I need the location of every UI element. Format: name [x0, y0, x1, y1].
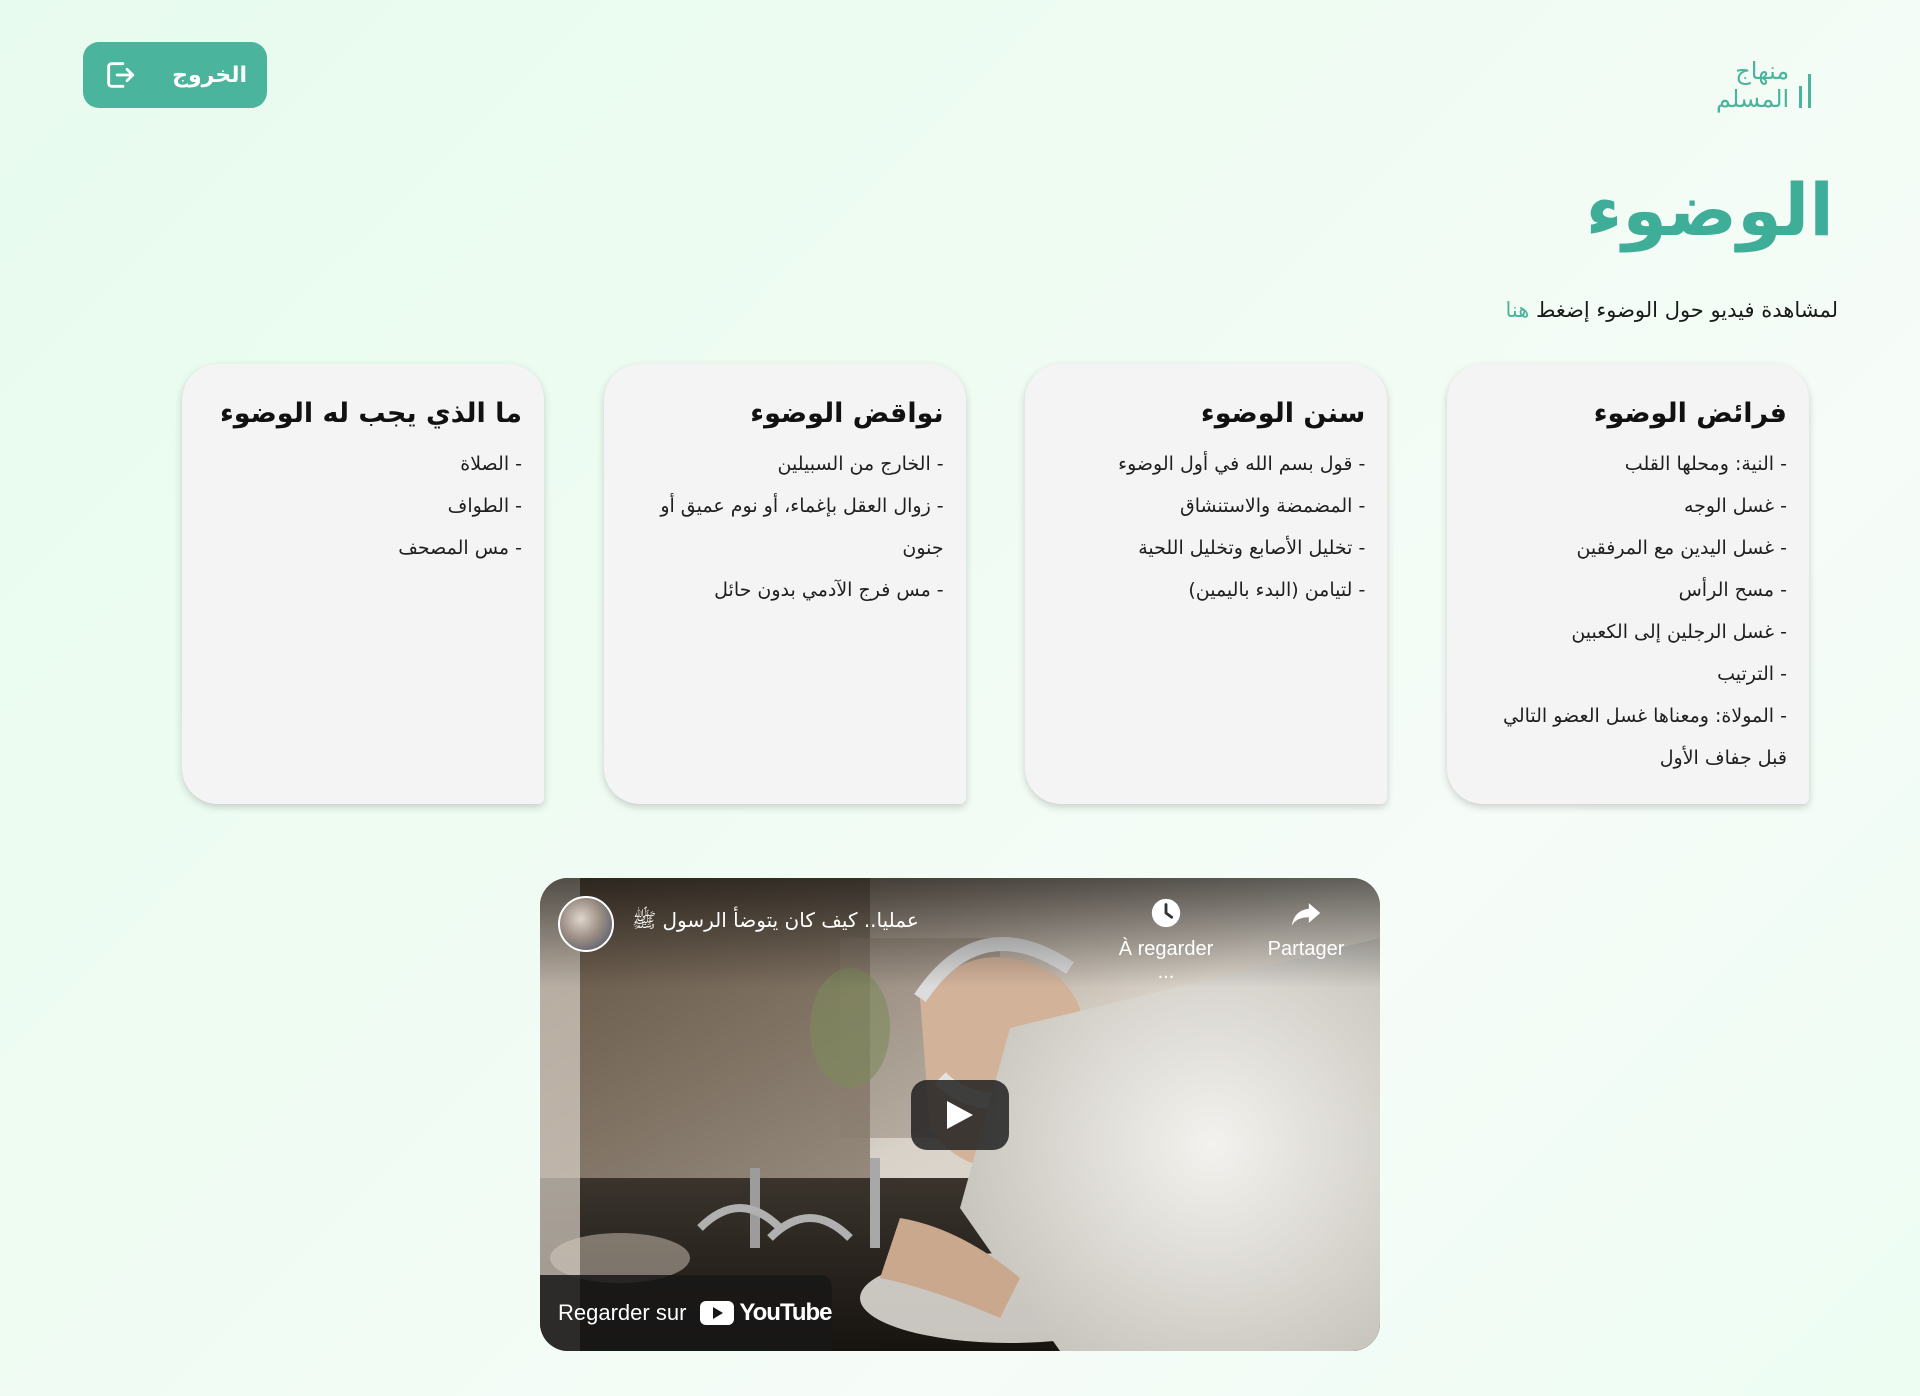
list-item: - غسل الرجلين إلى الكعبين: [1571, 621, 1787, 643]
logo-mark-icon: [1799, 62, 1812, 108]
list-item: - مس المصحف: [398, 537, 522, 559]
page-title: الوضوء: [1585, 168, 1834, 252]
list-item: - زوال العقل بإغماء، أو نوم عميق أو جنون: [660, 495, 944, 559]
list-item: - المضمضة والاستنشاق: [1180, 495, 1366, 517]
card-list: - النية: ومحلها القلب - غسل الوجه - غسل …: [1469, 443, 1787, 779]
logout-icon: [103, 58, 137, 92]
card-list: - الصلاة - الطواف - مس المصحف: [204, 443, 522, 569]
card-title: سنن الوضوء: [1200, 398, 1366, 429]
logo-text-line1: منهاج: [1735, 57, 1790, 85]
card-list: - الخارج من السبيلين - زوال العقل بإغماء…: [626, 443, 944, 611]
logo-text-line2: المسلم: [1716, 85, 1790, 113]
share-icon: [1291, 903, 1321, 926]
list-item: - مس فرج الآدمي بدون حائل: [714, 579, 944, 601]
list-item: - تخليل الأصابع وتخليل اللحية: [1138, 537, 1366, 559]
youtube-icon: [700, 1301, 735, 1325]
list-item: - الترتيب: [1717, 663, 1787, 685]
wudu-cards: فرائض الوضوء - النية: ومحلها القلب - غسل…: [182, 364, 1809, 804]
list-item: - غسل الوجه: [1683, 495, 1787, 517]
logo-text: منهاج المسلم: [1716, 57, 1789, 113]
list-item: - الخارج من السبيلين: [777, 453, 944, 475]
youtube-wordmark: YouTube: [739, 1299, 832, 1326]
list-item: - مسح الرأس: [1678, 579, 1787, 601]
youtube-logo: YouTube: [700, 1299, 832, 1327]
watch-on-label: Regarder sur: [558, 1300, 687, 1325]
list-item: - الصلاة: [460, 453, 522, 475]
share-label: Partager: [1267, 938, 1345, 960]
logout-label: الخروج: [172, 62, 247, 88]
logout-button[interactable]: الخروج: [83, 42, 267, 108]
card-sunan: سنن الوضوء - قول بسم الله في أول الوضوء …: [1025, 364, 1388, 804]
card-list: - قول بسم الله في أول الوضوء - المضمضة و…: [1047, 443, 1365, 611]
share-button[interactable]: Partager: [1256, 896, 1356, 961]
card-nawaqid: نواقض الوضوء - الخارج من السبيلين - زوال…: [603, 364, 966, 804]
list-item: - لتيامن (البدء باليمين): [1188, 579, 1366, 601]
video-link[interactable]: هنا: [1505, 298, 1529, 322]
list-item: - غسل اليدين مع المرفقين: [1576, 537, 1787, 559]
youtube-embed[interactable]: عمليا.. كيف كان يتوضأ الرسول ﷺ À regarde…: [540, 878, 1380, 1351]
site-logo[interactable]: منهاج المسلم: [1716, 50, 1836, 120]
play-button[interactable]: [911, 1080, 1009, 1150]
video-title[interactable]: عمليا.. كيف كان يتوضأ الرسول ﷺ: [632, 908, 919, 937]
card-required-for: ما الذي يجب له الوضوء - الصلاة - الطواف …: [182, 364, 544, 804]
video-intro-text: لمشاهدة فيديو حول الوضوء إضغط: [1529, 298, 1838, 322]
play-icon: [947, 1101, 973, 1129]
channel-avatar[interactable]: [558, 896, 614, 952]
card-title: ما الذي يجب له الوضوء: [219, 398, 522, 429]
card-title: فرائض الوضوء: [1593, 398, 1787, 429]
list-item: - الطواف: [447, 495, 522, 517]
video-intro: لمشاهدة فيديو حول الوضوء إضغط هنا: [1505, 298, 1838, 322]
card-faraid: فرائض الوضوء - النية: ومحلها القلب - غسل…: [1446, 364, 1809, 804]
clock-icon: [1151, 898, 1181, 928]
list-item: - النية: ومحلها القلب: [1624, 453, 1787, 475]
watch-later-label: À regarder ...: [1118, 938, 1214, 983]
list-item: - قول بسم الله في أول الوضوء: [1118, 453, 1366, 475]
watch-later-button[interactable]: À regarder ...: [1116, 896, 1216, 984]
list-item: - المولاة: ومعناها غسل العضو التالي قبل …: [1502, 705, 1787, 769]
watch-on-youtube-button[interactable]: Regarder sur YouTube: [540, 1275, 832, 1351]
card-title: نواقض الوضوء: [750, 398, 944, 429]
